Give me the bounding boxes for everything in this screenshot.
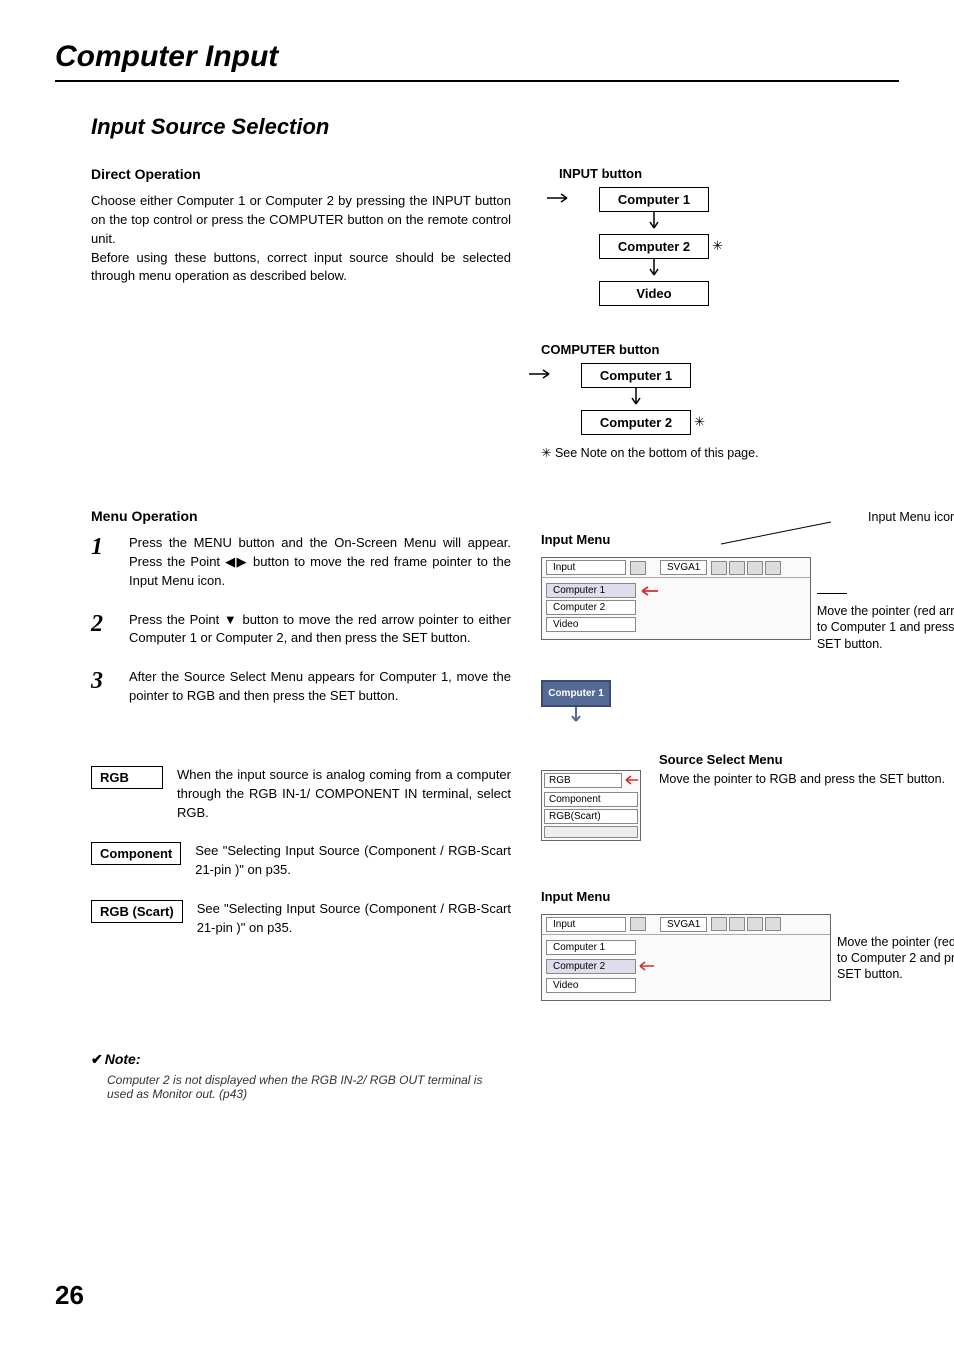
rgb-scart-label: RGB (Scart): [91, 900, 183, 923]
menu-option-video: Video: [546, 617, 636, 632]
step-2: 2 Press the Point ▼ button to move the r…: [91, 611, 511, 649]
step-number: 2: [91, 611, 111, 649]
page-number: 26: [55, 1280, 84, 1311]
chevron-down-icon: [569, 707, 583, 727]
menu-title-cell: Input: [546, 917, 626, 932]
source-select-menu: RGB Component RGB(Scart): [541, 770, 641, 841]
flow-box-computer2-b: Computer 2: [581, 410, 691, 435]
rgb-scart-desc: See "Selecting Input Source (Component /…: [197, 900, 511, 938]
menu-option-comp2: Computer 2: [546, 600, 636, 615]
menu-option-comp1: Computer 1: [546, 940, 636, 955]
menu-title-cell: Input: [546, 560, 626, 575]
input-menu-2: Input SVGA1 Computer 1 Com: [541, 910, 954, 1001]
computer-button-label: COMPUTER button: [541, 342, 899, 357]
flow-box-computer1: Computer 1: [599, 187, 709, 212]
input-menu-heading-2: Input Menu: [541, 889, 954, 904]
step-1: 1 Press the MENU button and the On-Scree…: [91, 534, 511, 591]
note-body: Computer 2 is not displayed when the RGB…: [107, 1073, 507, 1101]
source-component: Component See "Selecting Input Source (C…: [91, 842, 511, 880]
callout-2: Move the pointer (red arrow) to Computer…: [837, 934, 954, 983]
step-text-3: After the Source Select Menu appears for…: [129, 668, 511, 706]
direct-operation-body: Choose either Computer 1 or Computer 2 b…: [91, 192, 511, 286]
flow-box-computer2: Computer 2: [599, 234, 709, 259]
menu-option-video: Video: [546, 978, 636, 993]
red-arrow-icon: [638, 960, 656, 972]
input-button-label: INPUT button: [559, 166, 899, 181]
menu-toolbar-icon: [765, 917, 781, 931]
note-heading: Note:: [91, 1051, 141, 1067]
direct-operation-heading: Direct Operation: [91, 166, 511, 182]
svga-cell: SVGA1: [660, 917, 707, 932]
rgb-label: RGB: [91, 766, 163, 789]
src-opt-rgbscart: RGB(Scart): [544, 809, 638, 824]
menu-toolbar-icon: [711, 561, 727, 575]
callout-line: [817, 593, 847, 594]
step-3: 3 After the Source Select Menu appears f…: [91, 668, 511, 706]
input-button-flow: Computer 1 Computer 2 ✳ Video: [559, 187, 749, 306]
src-opt-back-icon: [544, 826, 638, 838]
menu-toolbar-icon: [747, 561, 763, 575]
flow-box-video: Video: [599, 281, 709, 306]
menu-toolbar-icon: [765, 561, 781, 575]
rgb-desc: When the input source is analog coming f…: [177, 766, 511, 823]
star-marker: ✳: [694, 414, 705, 430]
input-menu-1: Input SVGA1 Computer 1 Computer 2: [541, 553, 954, 652]
svga-cell: SVGA1: [660, 560, 707, 575]
source-rgb: RGB When the input source is analog comi…: [91, 766, 511, 823]
menu-toolbar-icon: [747, 917, 763, 931]
red-arrow-icon: [624, 774, 640, 786]
red-arrow-icon: [640, 584, 660, 598]
input-menu-icon-label: Input Menu icon: [868, 510, 954, 524]
step-text-1: Press the MENU button and the On-Screen …: [129, 534, 511, 591]
menu-toolbar-icon: [729, 561, 745, 575]
source-select-text: Move the pointer to RGB and press the SE…: [659, 771, 945, 787]
computer-button-flow: Computer 1 Computer 2 ✳: [541, 363, 731, 435]
star-note: ✳ See Note on the bottom of this page.: [541, 445, 899, 460]
computer-icon-box: Computer 1: [541, 680, 611, 707]
component-label: Component: [91, 842, 181, 865]
section-title: Input Source Selection: [91, 114, 899, 140]
menu-option-comp2: Computer 2: [546, 959, 636, 974]
menu-icon: [630, 561, 646, 575]
menu-option-comp1: Computer 1: [546, 583, 636, 598]
star-marker: ✳: [712, 238, 723, 254]
source-rgb-scart: RGB (Scart) See "Selecting Input Source …: [91, 900, 511, 938]
menu-toolbar-icon: [729, 917, 745, 931]
chevron-down-icon: [629, 388, 643, 410]
source-select-heading: Source Select Menu: [659, 752, 945, 767]
menu-operation-heading: Menu Operation: [91, 508, 511, 524]
menu-toolbar-icon: [711, 917, 727, 931]
src-opt-rgb: RGB: [544, 773, 622, 788]
chevron-down-icon: [647, 212, 661, 234]
menu-icon: [630, 917, 646, 931]
step-number: 3: [91, 668, 111, 706]
component-desc: See "Selecting Input Source (Component /…: [195, 842, 511, 880]
flow-box-computer1-b: Computer 1: [581, 363, 691, 388]
step-number: 1: [91, 534, 111, 591]
callout-line: [716, 520, 836, 548]
step-text-2: Press the Point ▼ button to move the red…: [129, 611, 511, 649]
chevron-down-icon: [647, 259, 661, 281]
callout-1: Move the pointer (red arrow) to Computer…: [817, 603, 954, 652]
src-opt-component: Component: [544, 792, 638, 807]
chapter-title: Computer Input: [55, 40, 899, 82]
note-block: Note: Computer 2 is not displayed when t…: [91, 1051, 899, 1101]
